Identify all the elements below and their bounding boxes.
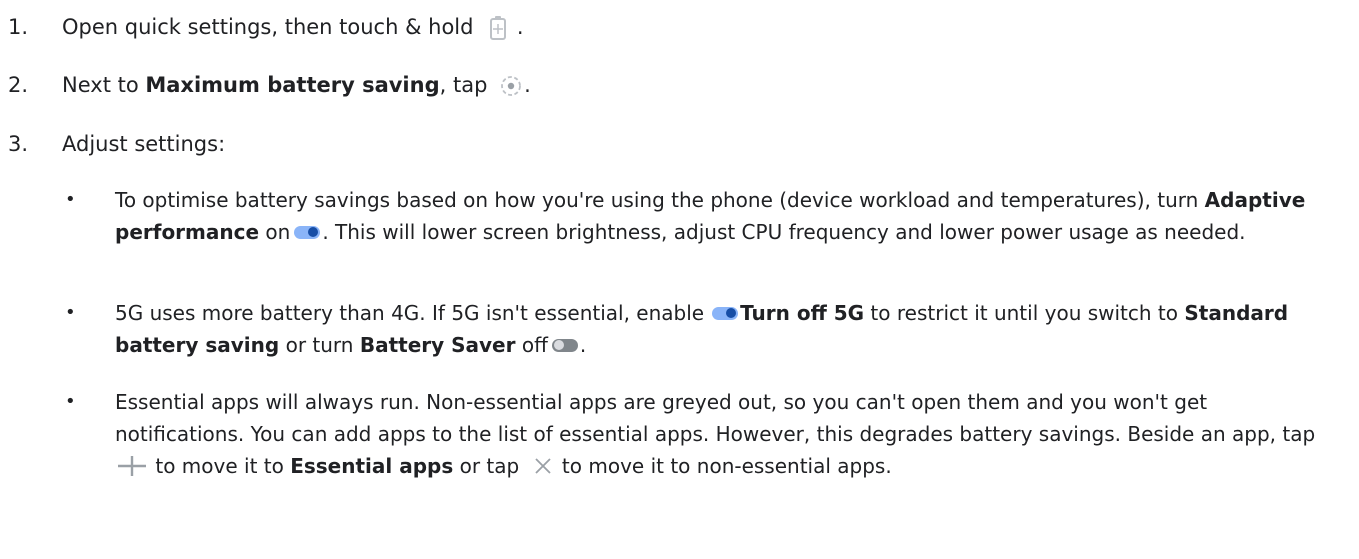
setting-name: Maximum battery saving xyxy=(145,73,440,97)
bullet-dot: • xyxy=(65,302,76,323)
battery-icon xyxy=(490,16,507,40)
step-number: 1. xyxy=(8,15,29,39)
toggle-on-icon xyxy=(712,306,739,320)
step-text: Adjust settings: xyxy=(62,132,226,156)
step-text: Open quick settings, then touch & hold xyxy=(62,15,474,39)
close-icon xyxy=(534,457,551,474)
setting-name: Turn off 5G xyxy=(740,301,865,325)
plus-icon xyxy=(118,455,146,476)
help-article: 1. Open quick settings, then touch & hol… xyxy=(0,0,1359,559)
toggle-off-icon xyxy=(551,338,578,352)
toggle-on-icon xyxy=(294,225,321,239)
bullet-dot: • xyxy=(65,189,76,210)
bullet-dot: • xyxy=(65,391,76,412)
step-number: 2. xyxy=(8,73,29,97)
step-number: 3. xyxy=(8,132,29,156)
setting-name: Battery Saver xyxy=(359,333,516,357)
gear-icon xyxy=(501,76,522,96)
setting-name: Essential apps xyxy=(290,454,454,478)
